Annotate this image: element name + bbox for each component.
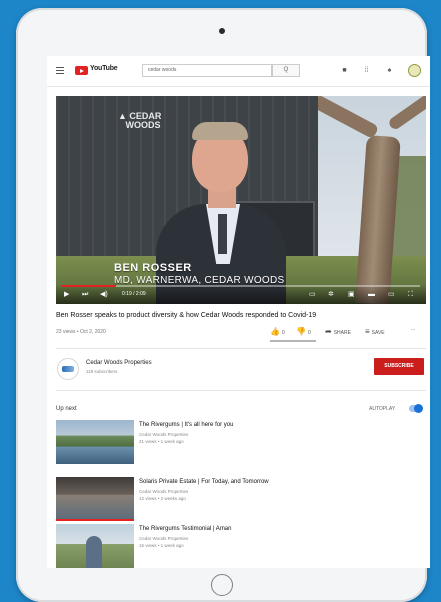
- subscribe-button[interactable]: SUBSCRIBE: [374, 358, 424, 375]
- person-figure: [86, 536, 102, 568]
- tablet-frame: YouTube cedar woods Q ■ ⁞⁞ ♠ ▲ CEDAR WOO…: [16, 8, 430, 602]
- volume-icon[interactable]: ◀): [100, 290, 108, 299]
- recommended-stats: 21 views • 1 week ago: [139, 439, 184, 444]
- building-logo-icon: ▲ CEDAR WOODS: [118, 111, 162, 130]
- video-camera-icon[interactable]: ■: [340, 66, 349, 75]
- recommended-channel: Cedar Woods Properties: [139, 536, 189, 541]
- save-button[interactable]: ≡ SAVE: [365, 327, 385, 336]
- watched-progress-bar: [56, 519, 134, 521]
- lower-third-name: BEN ROSSER: [114, 262, 192, 274]
- captions-icon[interactable]: ▭: [309, 290, 316, 299]
- autoplay-toggle[interactable]: [409, 404, 423, 413]
- more-actions-button[interactable]: ...: [411, 326, 415, 332]
- thumbs-down-icon: 👎: [296, 327, 306, 336]
- recommended-title[interactable]: The Rivergums | It's all here for you: [139, 422, 233, 428]
- recommended-video-item[interactable]: The Rivergums Testimonial | Aman Cedar W…: [56, 524, 426, 568]
- video-thumbnail[interactable]: [56, 524, 134, 568]
- play-icon[interactable]: ▶: [64, 290, 69, 299]
- speaker-tie: [218, 214, 227, 254]
- recommended-channel: Cedar Woods Properties: [139, 489, 189, 494]
- theater-icon[interactable]: ▬: [368, 290, 375, 299]
- recommended-stats: 12 views • 2 weeks ago: [139, 496, 186, 501]
- recommended-title[interactable]: Solaris Private Estate | For Today, and …: [139, 479, 269, 485]
- progress-bar[interactable]: [62, 285, 420, 287]
- like-ratio-bar: [270, 340, 316, 342]
- youtube-logo-icon[interactable]: [75, 66, 88, 75]
- tablet-screen: YouTube cedar woods Q ■ ⁞⁞ ♠ ▲ CEDAR WOO…: [47, 56, 430, 568]
- recommended-stats: 15 views • 1 week ago: [139, 543, 184, 548]
- share-label: SHARE: [333, 330, 351, 336]
- progress-fill: [62, 285, 116, 287]
- video-meta: 23 views • Oct 2, 2020: [56, 329, 106, 335]
- brand-name[interactable]: YouTube: [90, 65, 118, 72]
- dislike-count: 0: [307, 330, 311, 336]
- search-input[interactable]: cedar woods: [142, 64, 272, 77]
- cast-icon[interactable]: ▭: [388, 290, 395, 299]
- recommended-channel: Cedar Woods Properties: [139, 432, 189, 437]
- channel-name[interactable]: Cedar Woods Properties: [86, 360, 152, 366]
- save-label: SAVE: [371, 330, 385, 336]
- video-title: Ben Rosser speaks to product diversity &…: [56, 312, 317, 319]
- miniplayer-icon[interactable]: ▣: [348, 290, 355, 299]
- video-thumbnail[interactable]: [56, 477, 134, 521]
- recommended-title[interactable]: The Rivergums Testimonial | Aman: [139, 526, 231, 532]
- menu-icon[interactable]: [56, 67, 64, 74]
- search-input-value: cedar woods: [148, 67, 177, 73]
- youtube-header: YouTube cedar woods Q ■ ⁞⁞ ♠: [47, 56, 430, 87]
- like-count: 0: [281, 330, 285, 336]
- recommended-video-item[interactable]: The Rivergums | It's all here for you Ce…: [56, 420, 426, 466]
- home-button[interactable]: [211, 574, 233, 596]
- bell-icon[interactable]: ♠: [385, 66, 394, 75]
- divider: [56, 390, 426, 391]
- video-player[interactable]: ▲ CEDAR WOODS BEN ROSSER MD, WARNERWA, C…: [56, 96, 426, 304]
- settings-icon[interactable]: ✲: [328, 290, 334, 299]
- apps-grid-icon[interactable]: ⁞⁞: [362, 66, 371, 75]
- dislike-button[interactable]: 👎 0: [296, 327, 311, 336]
- thumbs-up-icon: 👍: [270, 327, 280, 336]
- video-thumbnail[interactable]: [56, 420, 134, 464]
- divider: [56, 348, 426, 349]
- time-display: 0:19 / 2:09: [122, 291, 146, 297]
- next-icon[interactable]: ⏭: [82, 290, 88, 299]
- speaker-hair: [192, 122, 248, 140]
- save-icon: ≡: [365, 327, 370, 336]
- like-button[interactable]: 👍 0: [270, 327, 285, 336]
- search-button[interactable]: Q: [272, 64, 300, 77]
- fullscreen-icon[interactable]: ⛶: [408, 290, 413, 299]
- channel-avatar[interactable]: [57, 358, 79, 380]
- front-camera: [219, 28, 225, 34]
- share-button[interactable]: ➦ SHARE: [325, 327, 351, 336]
- recommended-video-item[interactable]: Solaris Private Estate | For Today, and …: [56, 477, 426, 523]
- autoplay-label: AUTOPLAY: [369, 406, 396, 412]
- up-next-heading: Up next: [56, 406, 77, 412]
- share-icon: ➦: [325, 327, 332, 336]
- channel-subscribers: 119 subscribers: [86, 369, 118, 374]
- account-avatar[interactable]: [408, 64, 421, 77]
